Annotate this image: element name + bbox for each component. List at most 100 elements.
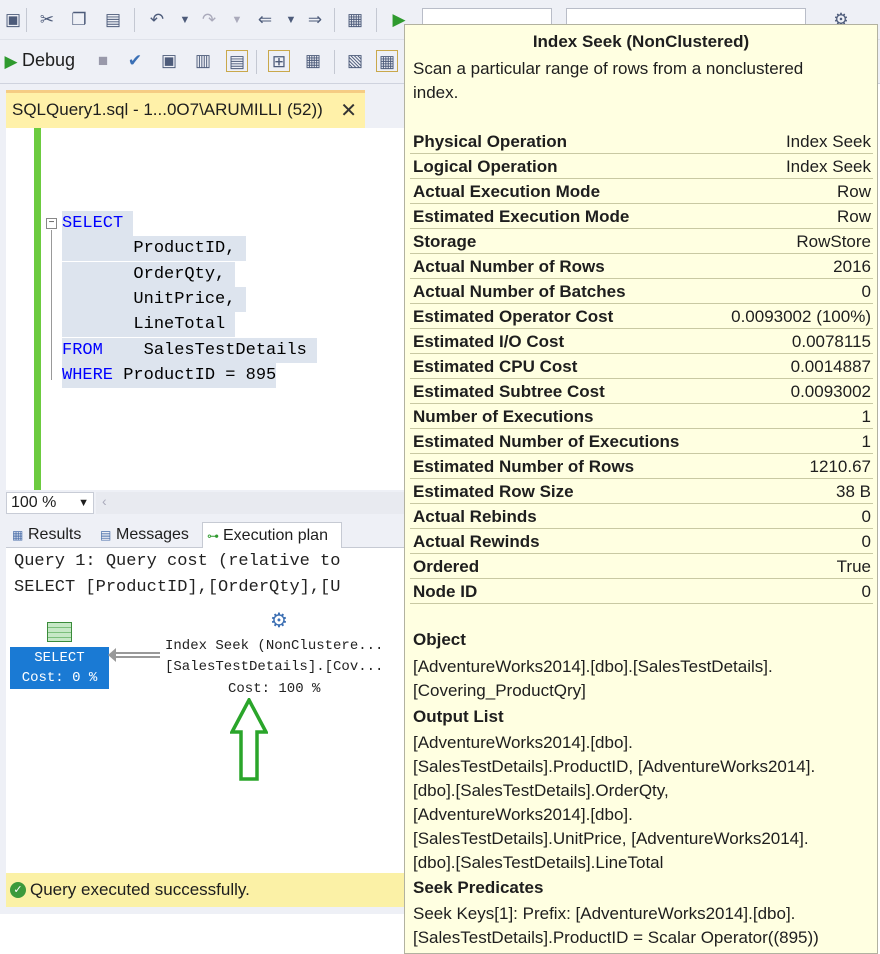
- property-row: Estimated Number of Rows 1210.67: [410, 454, 873, 479]
- object-value: [AdventureWorks2014].[dbo].[SalesTestDet…: [413, 657, 773, 700]
- outline-line: [51, 230, 52, 380]
- code-line[interactable]: OrderQty,: [62, 262, 236, 287]
- redo-icon[interactable]: ↷: [198, 9, 220, 31]
- copy-icon[interactable]: ❐: [68, 9, 90, 31]
- toolbar-separator: [134, 8, 135, 32]
- query-options-icon[interactable]: ▤: [226, 50, 248, 72]
- tab-messages[interactable]: ▤ Messages: [96, 522, 200, 548]
- navigate-backward-icon[interactable]: ⇐: [254, 9, 276, 31]
- paste-icon[interactable]: ▤: [102, 9, 124, 31]
- property-key: Number of Executions: [413, 407, 594, 426]
- property-row: Logical Operation Index Seek: [410, 154, 873, 179]
- index-seek-icon[interactable]: ⚙: [270, 608, 288, 633]
- zoom-dropdown[interactable]: 100 % ▼: [6, 492, 94, 514]
- change-tracking-bar: [34, 128, 41, 490]
- property-row: Actual Rebinds 0: [410, 504, 873, 529]
- seek-predicates-heading: Seek Predicates: [413, 878, 544, 897]
- toolbar-separator: [376, 8, 377, 32]
- toolbar-separator: [334, 8, 335, 32]
- zoom-value: 100 %: [11, 494, 57, 511]
- toolbar-separator: [26, 8, 27, 32]
- property-row: Estimated I/O Cost 0.0078115: [410, 329, 873, 354]
- operator-tooltip: Index Seek (NonClustered) Scan a particu…: [404, 24, 878, 954]
- check-circle-icon: ✓: [10, 882, 26, 898]
- toolbar-separator: [256, 50, 257, 74]
- property-value: Index Seek: [785, 157, 871, 176]
- tab-sqlquery1[interactable]: SQLQuery1.sql - 1...0O7\ARUMILLI (52)) ✕: [6, 90, 365, 128]
- property-key: Actual Rewinds: [413, 532, 540, 551]
- horizontal-scrollbar[interactable]: ‹: [96, 492, 405, 514]
- property-key: Estimated Row Size: [413, 482, 574, 501]
- select-node-cost: Cost: 0 %: [21, 670, 98, 686]
- code-line[interactable]: UnitPrice,: [62, 287, 246, 312]
- code-line[interactable]: ProductID,: [62, 236, 246, 261]
- property-value: Row: [836, 207, 871, 226]
- property-key: Actual Rebinds: [413, 507, 537, 526]
- status-bar: ✓ Query executed successfully.: [6, 873, 405, 907]
- seek-node-title[interactable]: Index Seek (NonClustere...: [165, 638, 383, 654]
- property-key: Actual Execution Mode: [413, 182, 601, 201]
- chevron-down-icon[interactable]: ▼: [174, 9, 196, 31]
- code-line[interactable]: WHERE ProductID = 895: [62, 363, 277, 388]
- results-to-text-icon[interactable]: ▧: [344, 50, 366, 72]
- property-value: Row: [836, 182, 871, 201]
- property-row: Estimated CPU Cost 0.0014887: [410, 354, 873, 379]
- property-value: 0.0093002: [790, 382, 871, 401]
- chevron-down-icon[interactable]: ▼: [226, 9, 248, 31]
- object-heading: Object: [413, 630, 466, 649]
- property-row: Estimated Operator Cost 0.0093002 (100%): [410, 304, 873, 329]
- project-icon[interactable]: ▣: [2, 9, 24, 31]
- property-key: Logical Operation: [413, 157, 558, 176]
- table-icon: [47, 622, 72, 642]
- results-to-grid-icon[interactable]: ▦: [376, 50, 398, 72]
- run-icon[interactable]: ▶: [0, 51, 22, 73]
- chevron-down-icon[interactable]: ▼: [280, 9, 302, 31]
- property-row: Node ID 0: [410, 579, 873, 604]
- select-node-label: SELECT: [34, 650, 85, 666]
- client-statistics-icon[interactable]: ▦: [302, 50, 324, 72]
- tab-results[interactable]: ▦ Results: [8, 522, 94, 548]
- tooltip-description: Scan a particular range of rows from a n…: [413, 59, 804, 102]
- property-key: Estimated CPU Cost: [413, 357, 578, 376]
- code-line[interactable]: SELECT: [62, 211, 134, 236]
- property-row: Estimated Subtree Cost 0.0093002: [410, 379, 873, 404]
- property-value: 2016: [833, 257, 871, 276]
- property-key: Estimated Subtree Cost: [413, 382, 605, 401]
- scroll-left-icon[interactable]: ‹: [102, 493, 107, 509]
- select-node[interactable]: SELECT Cost: 0 %: [10, 647, 109, 689]
- report-icon[interactable]: ▦: [344, 9, 366, 31]
- up-arrow-icon: [230, 698, 268, 781]
- seek-node-object[interactable]: [SalesTestDetails].[Cov...: [165, 659, 383, 675]
- cancel-query-icon[interactable]: ▣: [158, 50, 180, 72]
- collapse-icon[interactable]: −: [46, 218, 57, 229]
- navigate-forward-icon[interactable]: ⇒: [304, 9, 326, 31]
- display-plan-icon[interactable]: ▥: [192, 50, 214, 72]
- results-tabstrip: ▦ Results ▤ Messages ⊶ Execution plan: [6, 520, 405, 548]
- property-value: True: [836, 557, 871, 576]
- property-key: Actual Number of Batches: [413, 282, 626, 301]
- include-actual-plan-icon[interactable]: ⊞: [268, 50, 290, 72]
- property-row: Estimated Row Size 38 B: [410, 479, 873, 504]
- tab-execution-plan[interactable]: ⊶ Execution plan: [202, 522, 342, 548]
- property-row: Ordered True: [410, 554, 873, 579]
- property-value: RowStore: [796, 232, 871, 251]
- toolbar-separator: [334, 50, 335, 74]
- property-value: Index Seek: [785, 132, 871, 151]
- property-value: 0.0093002 (100%): [731, 307, 871, 326]
- property-value: 38 B: [836, 482, 871, 501]
- property-key: Estimated I/O Cost: [413, 332, 565, 351]
- parse-check-icon[interactable]: ✔: [124, 50, 146, 72]
- code-line[interactable]: FROM SalesTestDetails: [62, 338, 318, 363]
- code-line[interactable]: LineTotal: [62, 312, 236, 337]
- property-key: Estimated Execution Mode: [413, 207, 630, 226]
- messages-icon: ▤: [100, 528, 112, 542]
- close-icon[interactable]: ✕: [340, 98, 357, 123]
- cut-icon[interactable]: ✂: [36, 9, 58, 31]
- property-key: Physical Operation: [413, 132, 567, 151]
- property-row: Actual Number of Rows 2016: [410, 254, 873, 279]
- property-key: Node ID: [413, 582, 478, 601]
- stop-icon[interactable]: ■: [92, 50, 114, 72]
- property-row: Estimated Number of Executions 1: [410, 429, 873, 454]
- undo-icon[interactable]: ↶: [146, 9, 168, 31]
- debug-button[interactable]: Debug: [22, 50, 75, 71]
